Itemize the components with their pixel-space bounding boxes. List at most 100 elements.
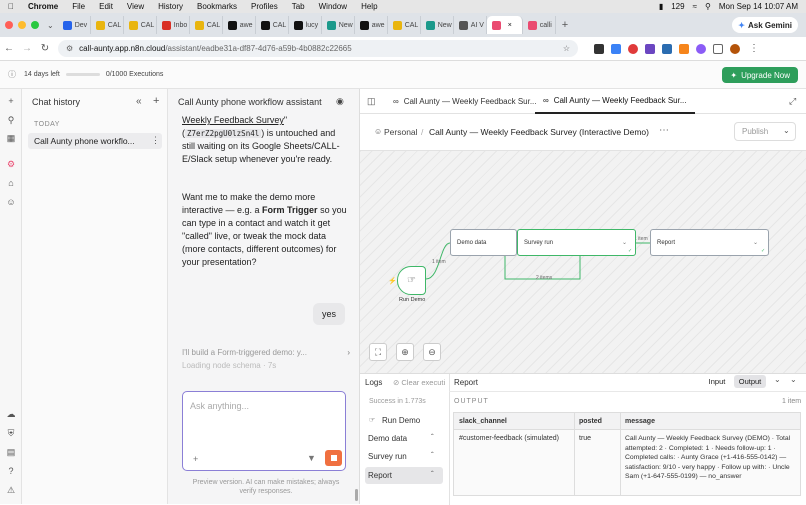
chevron-down-icon[interactable]: ⌄ bbox=[783, 126, 790, 135]
menu-bookmarks[interactable]: Bookmarks bbox=[197, 2, 237, 11]
clear-executions-button[interactable]: ⊘ Clear executi bbox=[393, 378, 445, 387]
browser-tab[interactable]: CAL bbox=[388, 16, 421, 34]
chevron-up-icon[interactable]: ˆ bbox=[431, 451, 434, 460]
extension-icon[interactable] bbox=[628, 43, 638, 54]
chevron-down-icon[interactable]: ⌄ bbox=[753, 239, 758, 246]
add-attachment-icon[interactable]: + bbox=[193, 454, 198, 464]
browser-tab[interactable]: awe bbox=[223, 16, 256, 34]
workflow-tab-1[interactable]: ∞ Call Aunty — Weekly Feedback Sur... bbox=[385, 89, 545, 114]
browser-tab[interactable]: New bbox=[322, 16, 355, 34]
log-step-survey-run[interactable]: Survey run ˆ bbox=[365, 450, 443, 464]
extension-icon[interactable] bbox=[594, 43, 604, 54]
cloud-icon[interactable]: ☁ bbox=[5, 408, 17, 420]
home-icon[interactable]: ⌂ bbox=[5, 177, 17, 189]
node-report[interactable]: Report ⌄ ✓ bbox=[650, 229, 769, 256]
zoom-in-button[interactable]: ⊕ bbox=[396, 343, 414, 361]
menu-tab[interactable]: Tab bbox=[292, 2, 305, 11]
chevron-up-icon[interactable]: ˆ bbox=[431, 470, 434, 479]
browser-tab[interactable]: CAL bbox=[124, 16, 157, 34]
reload-icon[interactable]: ↻ bbox=[36, 43, 54, 54]
forward-icon[interactable]: → bbox=[18, 43, 36, 54]
fit-view-button[interactable]: ⛶ bbox=[369, 343, 387, 361]
browser-tab[interactable]: CAL bbox=[91, 16, 124, 34]
input-tab[interactable]: Input bbox=[704, 375, 730, 388]
menu-help[interactable]: Help bbox=[361, 2, 377, 11]
search-icon[interactable]: ⚲ bbox=[5, 114, 17, 126]
close-tab-icon[interactable]: × bbox=[508, 22, 512, 29]
panel-toggle-icon[interactable]: ◫ bbox=[367, 96, 376, 107]
menu-window[interactable]: Window bbox=[319, 2, 347, 11]
browser-tab[interactable]: Dev bbox=[58, 16, 91, 34]
add-icon[interactable]: + bbox=[5, 95, 17, 107]
browser-tab[interactable]: × bbox=[486, 16, 523, 34]
collapse-icon[interactable]: « bbox=[136, 96, 142, 107]
battery-icon[interactable]: ▮ bbox=[659, 2, 663, 11]
menu-profiles[interactable]: Profiles bbox=[251, 2, 278, 11]
stop-button[interactable] bbox=[325, 450, 342, 466]
apple-icon[interactable]:  bbox=[8, 2, 14, 11]
extension-icon[interactable] bbox=[662, 43, 672, 54]
close-window-button[interactable] bbox=[5, 21, 13, 29]
help-icon[interactable]: ? bbox=[5, 465, 17, 477]
menu-file[interactable]: File bbox=[72, 2, 85, 11]
history-item[interactable]: Call Aunty phone workflo... ⋮ bbox=[28, 133, 162, 149]
workflow-tab-2[interactable]: ∞ Call Aunty — Weekly Feedback Sur... bbox=[535, 89, 695, 114]
browser-tab[interactable]: calli bbox=[523, 16, 556, 34]
breadcrumb-title[interactable]: Call Aunty — Weekly Feedback Survey (Int… bbox=[429, 127, 649, 137]
profile-avatar[interactable] bbox=[730, 43, 740, 54]
extension-icon[interactable] bbox=[696, 43, 706, 54]
workflows-icon[interactable]: ⚙ bbox=[5, 158, 17, 170]
browser-tab[interactable]: awe bbox=[355, 16, 388, 34]
menu-view[interactable]: View bbox=[127, 2, 144, 11]
search-icon[interactable]: ⚲ bbox=[705, 2, 711, 11]
scrollbar[interactable] bbox=[355, 489, 358, 501]
ask-gemini-button[interactable]: ✦ Ask Gemini bbox=[732, 17, 798, 33]
sidebar-toggle-icon[interactable]: ▦ bbox=[5, 132, 17, 144]
user-icon[interactable]: ☺ bbox=[5, 196, 17, 208]
browser-tab[interactable]: Inbo bbox=[157, 16, 190, 34]
menu-history[interactable]: History bbox=[158, 2, 183, 11]
site-info-icon[interactable]: ⚙ bbox=[66, 44, 73, 53]
more-options-icon[interactable]: ⋯ bbox=[659, 125, 669, 136]
chevron-up-icon[interactable]: ˆ bbox=[431, 433, 434, 442]
wifi-icon[interactable]: ≈ bbox=[693, 2, 697, 11]
ask-input[interactable]: Ask anything... bbox=[190, 401, 249, 411]
chevron-down-icon[interactable]: ⌄ bbox=[790, 375, 797, 384]
node-demo-data[interactable]: Demo data bbox=[450, 229, 517, 256]
chevron-down-icon[interactable]: ⌄ bbox=[622, 239, 627, 246]
log-step-demo-data[interactable]: Demo data ˆ bbox=[365, 432, 443, 446]
extension-icon[interactable] bbox=[611, 43, 621, 54]
stats-icon[interactable]: ▤ bbox=[5, 446, 17, 458]
menu-edit[interactable]: Edit bbox=[99, 2, 113, 11]
url-field[interactable]: ⚙ call-aunty.app.n8n.cloud/assistant/ead… bbox=[58, 40, 578, 57]
workflow-name-link[interactable]: Weekly Feedback Survey bbox=[182, 115, 284, 125]
tab-search-icon[interactable]: ⌄ bbox=[47, 21, 54, 30]
extension-icon[interactable] bbox=[679, 43, 689, 54]
breadcrumb-owner[interactable]: Personal bbox=[384, 127, 418, 137]
node-survey-run[interactable]: Survey run ⌄ ✓ bbox=[517, 229, 636, 256]
microphone-icon[interactable]: ▼ bbox=[307, 453, 316, 463]
chevron-down-icon[interactable]: ⌄ bbox=[774, 375, 781, 384]
expand-icon[interactable]: ⤢ bbox=[789, 96, 796, 107]
bookmark-star-icon[interactable]: ☆ bbox=[563, 44, 570, 53]
more-options-icon[interactable]: ⋮ bbox=[151, 135, 160, 146]
extensions-puzzle-icon[interactable] bbox=[713, 43, 723, 54]
node-run-demo[interactable]: ☞ bbox=[397, 266, 426, 295]
back-icon[interactable]: ← bbox=[0, 43, 18, 54]
new-tab-button[interactable]: + bbox=[562, 19, 568, 31]
browser-tab[interactable]: CAL bbox=[190, 16, 223, 34]
log-step-run-demo[interactable]: ☞ Run Demo bbox=[365, 414, 443, 428]
extension-icon[interactable] bbox=[645, 43, 655, 54]
output-tab[interactable]: Output bbox=[734, 375, 766, 388]
menu-app-name[interactable]: Chrome bbox=[28, 2, 58, 11]
browser-tab[interactable]: New bbox=[421, 16, 454, 34]
browser-tab[interactable]: AI V bbox=[454, 16, 487, 34]
thinking-row[interactable]: I'll build a Form-triggered demo: y... › bbox=[182, 348, 350, 357]
new-chat-button[interactable]: + bbox=[153, 95, 159, 107]
chrome-menu-icon[interactable]: ⋮ bbox=[749, 43, 759, 54]
publish-button[interactable]: Publish ⌄ bbox=[734, 122, 796, 141]
log-step-report[interactable]: Report ˆ bbox=[365, 467, 443, 484]
zoom-window-button[interactable] bbox=[31, 21, 39, 29]
clock[interactable]: Mon Sep 14 10:07 AM bbox=[719, 2, 798, 11]
browser-tab[interactable]: CAL bbox=[256, 16, 289, 34]
